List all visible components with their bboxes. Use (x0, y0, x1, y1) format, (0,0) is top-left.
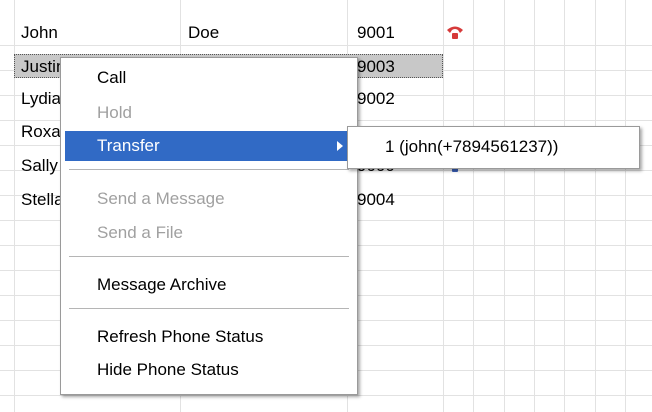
menu-separator (69, 308, 349, 309)
menu-item-transfer[interactable]: Transfer (65, 131, 353, 161)
menu-item-label: Hide Phone Status (97, 360, 239, 379)
menu-item-refresh-phone-status[interactable]: Refresh Phone Status (65, 322, 353, 352)
contact-first-name: John (21, 23, 58, 42)
transfer-submenu: 1 (john(+7894561237)) (347, 126, 640, 169)
contact-last-name: Doe (188, 23, 220, 42)
menu-item-label: Send a Message (97, 189, 225, 208)
menu-item-label: Message Archive (97, 275, 227, 294)
menu-item-hold[interactable]: Hold (65, 98, 353, 128)
submenu-item-transfer-target[interactable]: 1 (john(+7894561237)) (348, 127, 639, 168)
contact-extension: 9004 (357, 190, 395, 209)
menu-item-label: Call (97, 68, 127, 87)
contact-extension: 9002 (357, 89, 395, 108)
menu-item-label: Transfer (97, 136, 160, 155)
menu-item-label: Refresh Phone Status (97, 327, 264, 346)
contact-context-menu: Call Hold Transfer Send a Message Send a… (60, 57, 358, 395)
menu-item-label: Send a File (97, 223, 183, 242)
menu-item-call[interactable]: Call (65, 63, 353, 93)
menu-item-send-file[interactable]: Send a File (65, 218, 353, 248)
menu-separator (69, 256, 349, 257)
phone-handset-icon (447, 26, 463, 39)
contact-extension: 9001 (357, 23, 395, 42)
submenu-item-label: 1 (john(+7894561237)) (385, 137, 559, 156)
menu-item-send-message[interactable]: Send a Message (65, 184, 353, 214)
grid-line (0, 395, 652, 396)
menu-item-hide-phone-status[interactable]: Hide Phone Status (65, 355, 353, 385)
menu-item-message-archive[interactable]: Message Archive (65, 270, 353, 300)
menu-item-label: Hold (97, 103, 132, 122)
submenu-arrow-icon (337, 141, 343, 151)
menu-separator (69, 169, 349, 170)
grid-line (0, 45, 652, 46)
phone-status-cell (441, 20, 469, 45)
contact-extension: 9003 (357, 57, 395, 76)
contact-row-john[interactable]: John Doe 9001 (0, 20, 652, 45)
